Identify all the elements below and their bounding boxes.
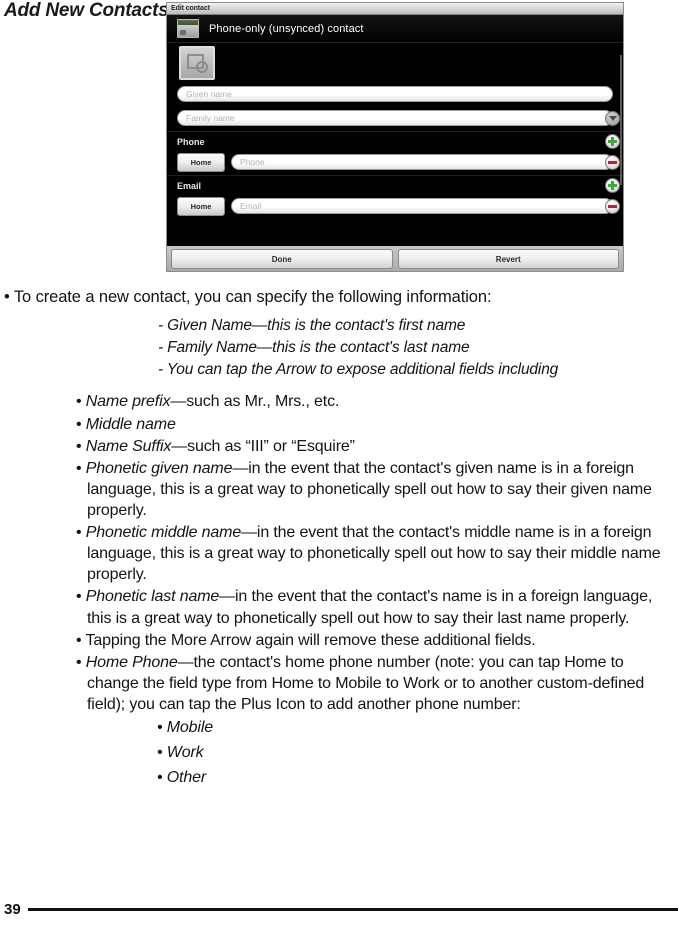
email-section-title: Email <box>177 180 202 191</box>
list-item: • Tapping the More Arrow again will remo… <box>76 631 536 649</box>
bullet-lead: Name prefix <box>85 393 171 411</box>
bullet-lead: Middle name <box>85 415 176 433</box>
list-item: • Work <box>157 743 204 761</box>
list-item: • Other <box>157 768 207 786</box>
plus-icon[interactable] <box>605 134 620 149</box>
given-name-row: Given name <box>167 83 623 105</box>
list-item: • Name Suffix—such as “III” or “Esquire” <box>76 437 355 455</box>
photo-row <box>167 43 623 83</box>
family-name-input[interactable]: Family name <box>177 110 613 126</box>
footer-rule <box>27 908 678 911</box>
email-input[interactable]: Email <box>231 198 613 214</box>
page-footer: 39 <box>0 902 678 917</box>
page-number: 39 <box>4 901 21 918</box>
contact-account-icon <box>177 19 199 38</box>
phone-field-row: Home Phone <box>167 151 623 173</box>
account-bar[interactable]: Phone-only (unsynced) contact <box>167 15 623 43</box>
account-label: Phone-only (unsynced) contact <box>209 22 364 35</box>
list-item: • Home Phone—the contact's home phone nu… <box>76 653 645 713</box>
list-item: • Phonetic given name—in the event that … <box>76 459 652 520</box>
screenshot-content: Phone-only (unsynced) contact Given name… <box>167 15 623 271</box>
family-name-row: Family name <box>167 107 623 129</box>
minus-icon[interactable] <box>605 198 620 214</box>
bullet-lead: Name Suffix <box>85 437 172 455</box>
field-bullet-list: • Name prefix—such as Mr., Mrs., etc. • … <box>76 391 678 715</box>
screenshot-window-titlebar: Edit contact <box>167 3 623 15</box>
list-item: • Phonetic last name—in the event that t… <box>76 588 653 627</box>
email-field-row: Home Email <box>167 195 623 217</box>
scrollbar[interactable] <box>620 55 622 185</box>
phone-section-title: Phone <box>177 136 205 147</box>
phone-type-list: • Mobile • Work • Other <box>157 716 678 790</box>
android-edit-contact-screenshot: Edit contact Phone-only (unsynced) conta… <box>166 2 624 272</box>
list-item: - Given Name—this is the contact's first… <box>158 317 466 335</box>
plus-icon[interactable] <box>605 178 620 193</box>
bullet-lead: Home Phone <box>85 653 178 671</box>
body-content: • To create a new contact, you can speci… <box>0 288 678 791</box>
intro-paragraph: • To create a new contact, you can speci… <box>4 288 492 306</box>
list-item: - Family Name—this is the contact's last… <box>158 339 470 357</box>
list-item: • Phonetic middle name—in the event that… <box>76 524 661 584</box>
list-item: • Mobile <box>157 719 213 737</box>
email-type-button[interactable]: Home <box>177 196 225 216</box>
bullet-lead: Phonetic middle name <box>85 524 242 542</box>
list-item: - You can tap the Arrow to expose additi… <box>158 361 559 379</box>
minus-icon[interactable] <box>605 154 620 170</box>
phone-type-button[interactable]: Home <box>177 152 225 172</box>
done-button[interactable]: Done <box>171 249 393 269</box>
screenshot-window-title: Edit contact <box>171 5 210 12</box>
page-title: Add New Contacts <box>4 0 169 21</box>
list-item: • Middle name <box>76 415 176 433</box>
phone-input[interactable]: Phone <box>231 154 613 170</box>
bullet-lead: Phonetic last name <box>85 588 220 606</box>
revert-button[interactable]: Revert <box>397 249 619 269</box>
email-section-header: Email <box>167 175 623 195</box>
chevron-down-icon[interactable] <box>605 110 620 126</box>
phone-section-header: Phone <box>167 131 623 151</box>
bullet-rest: —such as Mr., Mrs., etc. <box>170 393 340 411</box>
add-photo-icon[interactable] <box>179 46 215 80</box>
bullet-lead: Phonetic given name <box>85 459 233 477</box>
screenshot-button-bar: Done Revert <box>167 246 623 271</box>
bullet-rest: —such as “III” or “Esquire” <box>171 437 355 455</box>
given-name-input[interactable]: Given name <box>177 86 613 102</box>
list-item: • Name prefix—such as Mr., Mrs., etc. <box>76 393 340 411</box>
dash-item-list: - Given Name—this is the contact's first… <box>0 315 678 381</box>
bullet-rest: Tapping the More Arrow again will remove… <box>85 631 536 649</box>
